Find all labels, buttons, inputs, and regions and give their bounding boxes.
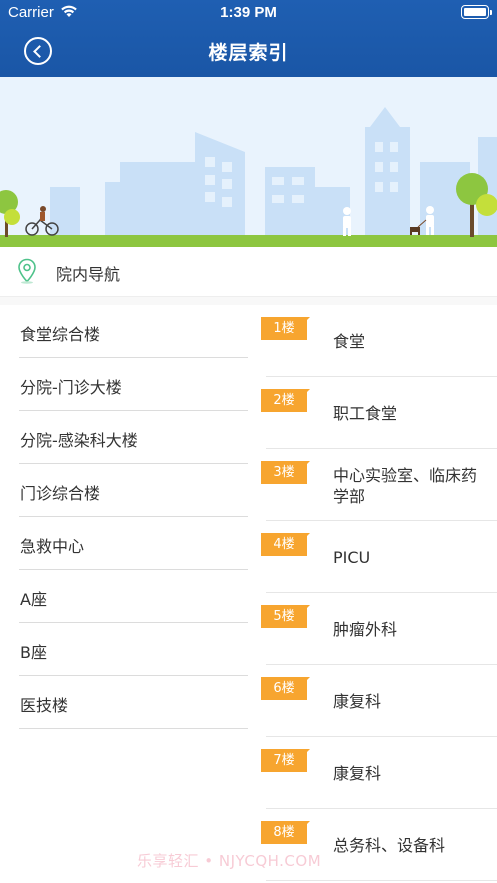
battery-icon [461, 5, 492, 19]
floor-department: 肿瘤外科 [333, 620, 398, 639]
navigation-bar: 楼层索引 [0, 26, 497, 77]
location-pin-icon [18, 258, 36, 284]
floor-department: PICU [333, 548, 371, 567]
floor-department: 康复科 [333, 764, 382, 783]
building-item[interactable]: 门诊综合楼 [19, 464, 248, 517]
floor-item[interactable]: 3楼 中心实验室、临床药学部 [261, 449, 497, 521]
building-item[interactable]: 医技楼 [19, 676, 248, 729]
floor-badge: 3楼 [261, 461, 310, 484]
floor-index-screen: Carrier 1:39 PM 楼层索引 院内导航 食堂综合楼 分院-门诊大楼 … [0, 0, 497, 883]
building-item[interactable]: B座 [19, 623, 248, 676]
floor-badge: 4楼 [261, 533, 310, 556]
building-label: B座 [20, 643, 47, 662]
floor-item[interactable]: 1楼 食堂 [261, 305, 497, 377]
status-bar: Carrier 1:39 PM [0, 0, 497, 26]
indoor-navigation-row[interactable]: 院内导航 [0, 247, 497, 297]
floor-department: 康复科 [333, 692, 382, 711]
floor-item[interactable]: 4楼 PICU [261, 521, 497, 593]
floor-badge: 7楼 [261, 749, 310, 772]
floor-department: 中心实验室、临床药学部 [333, 466, 478, 506]
building-label: 门诊综合楼 [20, 484, 101, 503]
building-label: 医技楼 [20, 696, 69, 715]
floor-item[interactable]: 6楼 康复科 [261, 665, 497, 737]
floor-badge: 6楼 [261, 677, 310, 700]
floor-item[interactable]: 2楼 职工食堂 [261, 377, 497, 449]
building-item[interactable]: A座 [19, 570, 248, 623]
floor-item[interactable]: 5楼 肿瘤外科 [261, 593, 497, 665]
floor-badge: 5楼 [261, 605, 310, 628]
building-item[interactable]: 分院-门诊大楼 [19, 358, 248, 411]
city-banner-illustration [0, 77, 497, 247]
page-title: 楼层索引 [208, 42, 289, 64]
building-label: 食堂综合楼 [20, 325, 101, 344]
building-label: A座 [20, 590, 47, 609]
header: Carrier 1:39 PM 楼层索引 [0, 0, 497, 77]
floor-item[interactable]: 7楼 康复科 [261, 737, 497, 809]
divider [0, 297, 497, 305]
floor-department: 总务科、设备科 [333, 836, 446, 855]
building-list: 食堂综合楼 分院-门诊大楼 分院-感染科大楼 门诊综合楼 急救中心 A座 B座 … [0, 305, 266, 729]
building-item[interactable]: 分院-感染科大楼 [19, 411, 248, 464]
floor-badge: 2楼 [261, 389, 310, 412]
watermark: 乐享轻汇 • NJYCQH.COM [137, 852, 322, 870]
clock: 1:39 PM [220, 4, 277, 21]
building-item[interactable]: 食堂综合楼 [19, 305, 248, 358]
floor-badge: 1楼 [261, 317, 310, 340]
floor-list: 1楼 食堂 2楼 职工食堂 3楼 中心实验室、临床药学部 4楼 PICU 5楼 … [261, 305, 497, 881]
building-item[interactable]: 急救中心 [19, 517, 248, 570]
building-label: 急救中心 [20, 537, 85, 556]
floor-department: 食堂 [333, 332, 366, 351]
building-label: 分院-门诊大楼 [20, 378, 122, 397]
indoor-navigation-label: 院内导航 [56, 265, 121, 284]
floor-badge: 8楼 [261, 821, 310, 844]
floor-department: 职工食堂 [333, 404, 398, 423]
building-label: 分院-感染科大楼 [20, 431, 138, 450]
